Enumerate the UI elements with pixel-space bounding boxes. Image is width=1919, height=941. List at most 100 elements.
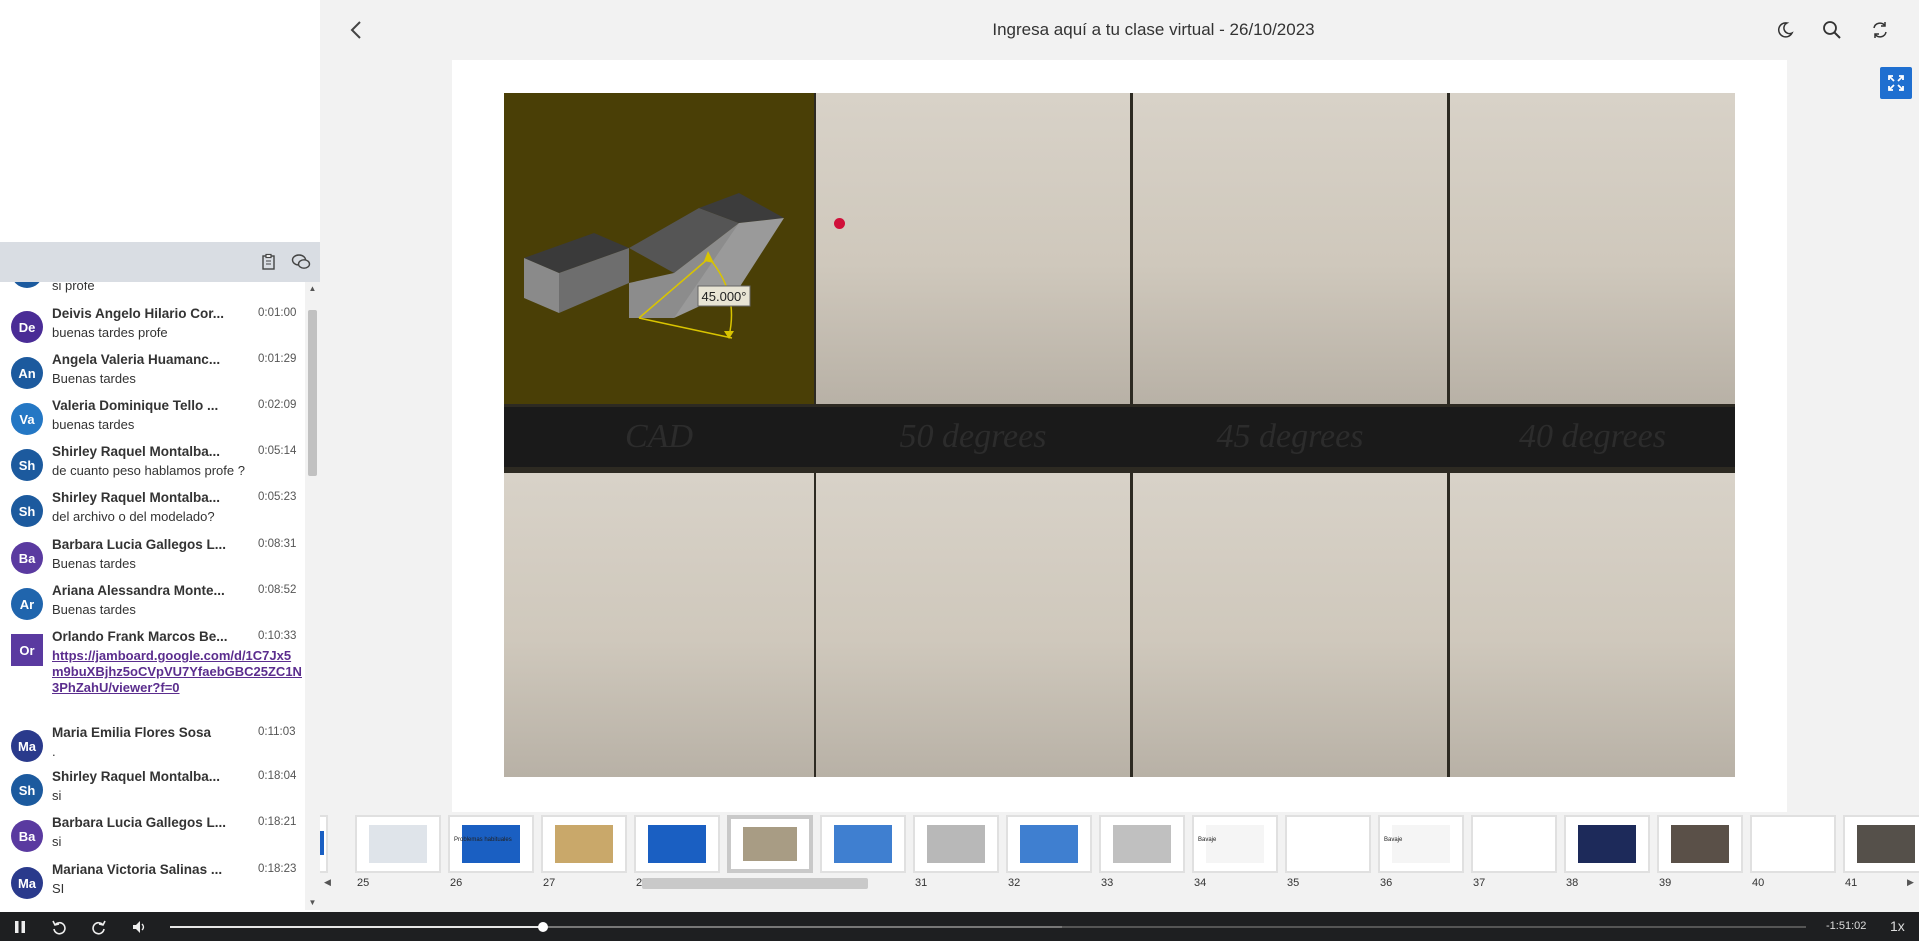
slide-thumbnail-41[interactable] xyxy=(1843,815,1919,873)
avatar: Ma xyxy=(11,867,43,899)
message-time: 0:11:03 xyxy=(258,726,296,738)
message-text: si xyxy=(52,834,62,849)
chat-message: De Deivis Angelo Hilario Cor... 0:01:00 bue… xyxy=(0,306,305,344)
avatar: An xyxy=(11,357,43,389)
slide-thumbnail-37[interactable] xyxy=(1471,815,1557,873)
slide-thumbnail-29[interactable] xyxy=(727,815,813,873)
print-photo-bottom-4 xyxy=(1450,473,1735,777)
message-text: Buenas tardes xyxy=(52,556,136,571)
slide-thumbnail-38[interactable] xyxy=(1564,815,1650,873)
sync-icon[interactable] xyxy=(1869,19,1891,41)
chat-list[interactable]: si profe De Deivis Angelo Hilario Cor... 0… xyxy=(0,282,305,910)
chat-message: Ba Barbara Lucia Gallegos L... 0:18:21 si xyxy=(0,815,305,853)
message-text: Buenas tardes xyxy=(52,602,136,617)
sender-name: Shirley Raquel Montalba... xyxy=(52,490,221,505)
slide-thumbnail-30[interactable] xyxy=(820,815,906,873)
rewind-icon[interactable] xyxy=(51,919,67,935)
slide-image-grid: 45.000° CAD 50 degrees 45 degrees 40 deg… xyxy=(504,93,1735,777)
slide-thumbnail-27[interactable] xyxy=(541,815,627,873)
message-time: 0:18:21 xyxy=(258,816,297,828)
avatar xyxy=(11,282,43,288)
volume-icon[interactable] xyxy=(131,919,147,935)
sender-name: Shirley Raquel Montalba... xyxy=(52,769,221,784)
label-cad: CAD xyxy=(625,418,693,455)
message-text: Buenas tardes xyxy=(52,371,136,386)
scroll-right-arrow[interactable]: ▶ xyxy=(1907,877,1915,889)
scroll-left-arrow[interactable]: ◀ xyxy=(324,877,332,889)
chat-message: Ma Maria Emilia Flores Sosa 0:11:03. xyxy=(0,725,305,762)
expand-icon[interactable] xyxy=(1880,67,1912,99)
message-time: 0:18:23 xyxy=(258,863,297,875)
sender-name: Orlando Frank Marcos Be... xyxy=(52,629,228,644)
progress-bar[interactable] xyxy=(170,922,1806,932)
avatar: De xyxy=(11,311,43,343)
slide-thumbnail-36[interactable]: Bavaje xyxy=(1378,815,1464,873)
chat-message: An Angela Valeria Huamanc... 0:01:29 Buenas… xyxy=(0,352,305,390)
forward-icon[interactable] xyxy=(91,919,107,935)
scroll-up-arrow[interactable]: ▲ xyxy=(308,284,317,294)
laser-pointer xyxy=(834,218,845,229)
message-link[interactable]: https://jamboard.google.com/d/1C7Jx5m9bu… xyxy=(52,648,302,696)
message-time: 0:01:29 xyxy=(258,353,297,365)
message-text: buenas tardes xyxy=(52,417,135,432)
slide-thumbnail[interactable] xyxy=(320,815,328,873)
message-text: si xyxy=(52,788,62,803)
thumbnail-scrollbar[interactable]: ◀ ▶ xyxy=(320,874,1919,890)
playback-speed-button[interactable]: 1x xyxy=(1890,918,1905,934)
avatar: Sh xyxy=(11,449,43,481)
clipboard-icon[interactable] xyxy=(258,251,280,273)
played-range xyxy=(170,926,543,928)
message-time: 0:10:33 xyxy=(258,630,297,642)
chat-header xyxy=(0,242,320,282)
sender-name: Barbara Lucia Gallegos L... xyxy=(52,537,227,552)
chat-message: Sh Shirley Raquel Montalba... 0:05:23 del a… xyxy=(0,490,305,528)
chat-scrollbar[interactable]: ▲ ▼ xyxy=(305,282,320,910)
print-photo-45deg-top xyxy=(1133,93,1447,404)
webcam-area xyxy=(0,0,320,242)
scroll-down-arrow[interactable]: ▼ xyxy=(308,898,317,908)
chat-message: Ma Mariana Victoria Salinas ... 0:18:23 SI xyxy=(0,862,305,900)
message-time: 0:08:52 xyxy=(258,584,297,596)
slide-thumbnail-31[interactable] xyxy=(913,815,999,873)
chat-message: Va Valeria Dominique Tello ... 0:02:09 buen… xyxy=(0,398,305,436)
chat-bubbles-icon[interactable] xyxy=(290,251,312,273)
thumbnail-text: Bavaje xyxy=(1384,837,1403,843)
buffered-range xyxy=(543,926,1062,928)
slide-thumbnail-40[interactable] xyxy=(1750,815,1836,873)
progress-knob[interactable] xyxy=(538,922,548,932)
avatar: Ma xyxy=(11,730,43,762)
chat-message: Sh Shirley Raquel Montalba... 0:05:14 de cu… xyxy=(0,444,305,482)
slide-thumbnail-34[interactable]: Bavaje xyxy=(1192,815,1278,873)
slide-thumbnail-33[interactable] xyxy=(1099,815,1185,873)
message-text: de cuanto peso hablamos profe ? xyxy=(52,463,245,478)
message-text: . xyxy=(52,744,56,759)
print-photo-50deg-top xyxy=(816,93,1130,404)
pause-icon[interactable] xyxy=(12,919,28,935)
chat-scroll-thumb[interactable] xyxy=(308,310,317,476)
back-icon[interactable] xyxy=(347,18,367,42)
search-icon[interactable] xyxy=(1821,19,1843,41)
cad-angle-label: 45.000° xyxy=(702,289,747,304)
slide-thumbnail-39[interactable] xyxy=(1657,815,1743,873)
slide-thumbnail-28[interactable] xyxy=(634,815,720,873)
chat-message: Ar Ariana Alessandra Monte... 0:08:52 Buena… xyxy=(0,583,305,621)
sender-name: Shirley Raquel Montalba... xyxy=(52,444,221,459)
slide-thumbnail-35[interactable] xyxy=(1285,815,1371,873)
sender-name: Valeria Dominique Tello ... xyxy=(52,398,219,413)
print-photo-bottom-2 xyxy=(816,473,1130,777)
page-title: Ingresa aquí a tu clase virtual - 26/10/… xyxy=(992,20,1315,39)
slide-thumbnail-25[interactable] xyxy=(355,815,441,873)
thumbnail-text: Bavaje xyxy=(1198,837,1217,843)
chat-message-partial: si profe xyxy=(0,282,305,296)
print-photo-40deg-top xyxy=(1450,93,1735,404)
moon-icon[interactable] xyxy=(1774,19,1796,41)
label-50-degrees: 50 degrees xyxy=(899,418,1047,455)
slide-thumbnail-32[interactable] xyxy=(1006,815,1092,873)
thumbnail-text: Problemas habituales xyxy=(454,837,512,843)
label-strip: CAD 50 degrees 45 degrees 40 degrees xyxy=(504,407,1735,467)
slide-thumbnails[interactable]: 25Problemas habituales2627282930313233Ba… xyxy=(320,812,1919,912)
print-photo-bottom-3 xyxy=(1133,473,1447,777)
avatar: Va xyxy=(11,403,43,435)
thumbnail-scroll-thumb[interactable] xyxy=(642,878,868,889)
slide-thumbnail-26[interactable]: Problemas habituales xyxy=(448,815,534,873)
